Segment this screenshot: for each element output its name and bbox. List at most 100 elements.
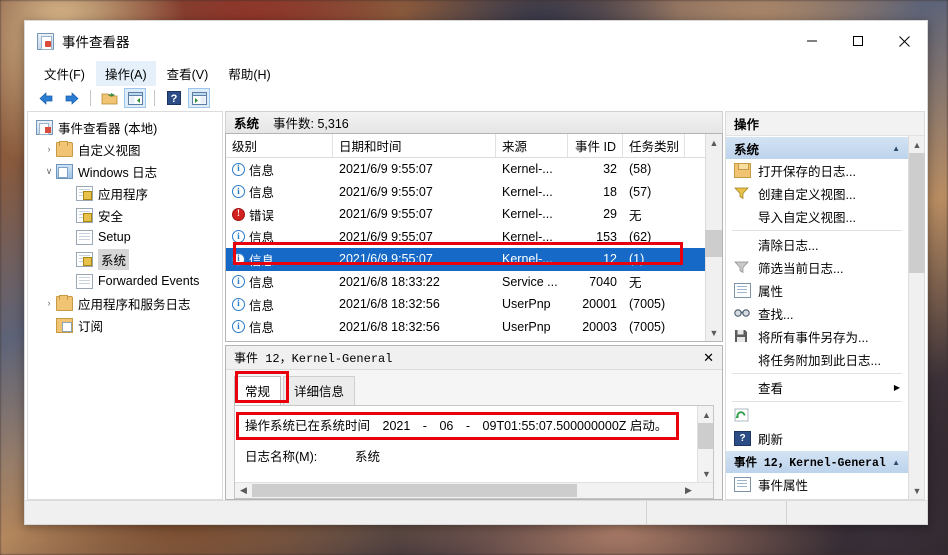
scroll-left-icon[interactable]: ◀ <box>235 483 252 499</box>
action-event-properties[interactable]: 事件属性 <box>726 473 908 496</box>
action-open-saved-log[interactable]: 打开保存的日志... <box>726 159 908 182</box>
table-row[interactable]: i信息 2021/6/8 18:32:56 Service ... 7045 无 <box>226 338 722 341</box>
filter-gray-icon <box>734 260 751 275</box>
info-icon: i <box>232 230 245 244</box>
cell-level: 信息 <box>249 321 275 336</box>
chevron-right-icon[interactable]: › <box>42 298 56 308</box>
scroll-down-icon[interactable]: ▼ <box>698 465 713 482</box>
scrollbar-thumb[interactable] <box>909 153 925 273</box>
column-header-task[interactable]: 任务类别 <box>623 134 685 157</box>
table-row-selected[interactable]: i 信息 2021/6/9 9:55:07 Kernel-... 12 (1) <box>226 248 722 271</box>
tree-item-forwarded-events[interactable]: Forwarded Events <box>28 270 222 292</box>
log-name-row: 日志名称(M): 系统 <box>235 440 713 471</box>
minimize-button[interactable] <box>789 21 835 61</box>
info-icon: i <box>232 185 245 199</box>
actions-pane: 操作 系统 ▲ 打开保存的日志... 创建自定义视图... 导入自定义视图...… <box>725 111 925 500</box>
show-tree-icon[interactable] <box>124 88 146 108</box>
chevron-right-icon[interactable]: ▶ <box>894 383 900 392</box>
column-header-level[interactable]: 级别 <box>226 134 333 157</box>
show-actions-icon[interactable] <box>188 88 210 108</box>
scroll-down-icon[interactable]: ▼ <box>706 324 723 341</box>
scroll-up-icon[interactable]: ▲ <box>909 136 925 153</box>
tree-item-apps-and-services[interactable]: › 应用程序和服务日志 <box>28 292 222 314</box>
scrollbar-thumb[interactable] <box>705 230 722 257</box>
scroll-up-icon[interactable]: ▲ <box>706 134 723 151</box>
column-header-event-id[interactable]: 事件 ID <box>568 134 623 157</box>
table-row[interactable]: i 信息 2021/6/8 18:33:22 Service ... 7040 无 <box>226 271 722 294</box>
actions-group-system[interactable]: 系统 ▲ <box>726 136 908 159</box>
tree-item-application[interactable]: 应用程序 <box>28 182 222 204</box>
tree-item-setup[interactable]: Setup <box>28 226 222 248</box>
action-label: 创建自定义视图... <box>758 188 856 202</box>
action-label: 清除日志... <box>758 239 819 253</box>
action-view[interactable]: 查看 ▶ <box>726 376 908 399</box>
action-attach-task-to-log[interactable]: 将任务附加到此日志... <box>726 348 908 371</box>
cell-datetime: 2021/6/9 9:55:07 <box>339 229 433 244</box>
tree-item-system[interactable]: 系统 <box>28 248 222 270</box>
chevron-down-icon[interactable]: ∨ <box>42 166 56 177</box>
table-row[interactable]: i 信息 2021/6/9 9:55:07 Kernel-... 32 (58) <box>226 158 722 181</box>
detail-vertical-scrollbar[interactable]: ▲ ▼ <box>697 406 713 482</box>
menu-action[interactable]: 操作(A) <box>95 60 156 86</box>
action-refresh[interactable] <box>726 404 908 427</box>
detail-horizontal-scrollbar[interactable]: ◀ ▶ <box>235 482 713 498</box>
maximize-button[interactable] <box>835 21 881 61</box>
tree-item-custom-views[interactable]: › 自定义视图 <box>28 138 222 160</box>
menu-file[interactable]: 文件(F) <box>35 61 94 86</box>
action-save-all-events[interactable]: 将所有事件另存为... <box>726 325 908 348</box>
menu-help[interactable]: 帮助(H) <box>219 61 279 86</box>
actions-group-label: 事件 12，Kernel-General <box>734 457 886 470</box>
action-import-custom-view[interactable]: 导入自定义视图... <box>726 205 908 228</box>
chevron-up-icon[interactable]: ▲ <box>892 458 900 467</box>
log-icon <box>76 229 93 245</box>
table-row[interactable]: i 信息 2021/6/8 18:32:56 UserPnp 20001 (700… <box>226 293 722 316</box>
column-header-datetime[interactable]: 日期和时间 <box>333 134 496 157</box>
chevron-up-icon[interactable]: ▲ <box>892 144 900 153</box>
action-properties[interactable]: 属性 <box>726 279 908 302</box>
tab-general[interactable]: 常规 <box>234 376 282 405</box>
event-viewer-icon <box>37 32 54 50</box>
help-icon[interactable]: ? <box>163 88 185 108</box>
action-clear-log[interactable]: 清除日志... <box>726 233 908 256</box>
chevron-right-icon[interactable]: › <box>42 144 56 154</box>
scrollbar-thumb[interactable] <box>698 423 713 449</box>
tree-item-security[interactable]: 安全 <box>28 204 222 226</box>
close-icon[interactable]: ✕ <box>703 350 714 366</box>
cell-level: 信息 <box>249 253 275 268</box>
cell-datetime: 2021/6/8 18:32:56 <box>339 297 440 312</box>
tab-details[interactable]: 详细信息 <box>283 376 356 405</box>
tree-item-event-viewer[interactable]: 事件查看器 (本地) <box>28 116 222 138</box>
scroll-right-icon[interactable]: ▶ <box>680 483 697 499</box>
column-header-source[interactable]: 来源 <box>496 134 568 157</box>
list-vertical-scrollbar[interactable]: ▲ ▼ <box>705 134 722 341</box>
blank-icon <box>734 237 751 252</box>
actions-group-event[interactable]: 事件 12，Kernel-General ▲ <box>726 450 908 473</box>
table-row[interactable]: i 信息 2021/6/9 9:55:07 Kernel-... 153 (62) <box>226 226 722 249</box>
table-row[interactable]: ! 错误 2021/6/9 9:55:07 Kernel-... 29 无 <box>226 203 722 226</box>
open-folder-icon[interactable] <box>99 88 121 108</box>
action-find[interactable]: 查找... <box>726 302 908 325</box>
tree-item-windows-logs[interactable]: ∨ Windows 日志 <box>28 160 222 182</box>
scroll-up-icon[interactable]: ▲ <box>698 406 713 423</box>
table-row[interactable]: i 信息 2021/6/8 18:32:56 UserPnp 20003 (700… <box>226 316 722 339</box>
forward-arrow-icon[interactable] <box>60 88 82 108</box>
table-row[interactable]: i 信息 2021/6/9 9:55:07 Kernel-... 18 (57) <box>226 181 722 204</box>
close-button[interactable] <box>881 21 927 61</box>
action-label: 筛选当前日志... <box>758 262 844 276</box>
log-key-icon <box>76 251 93 267</box>
cell-event-id: 18 <box>603 184 617 199</box>
menu-view[interactable]: 查看(V) <box>158 61 218 86</box>
action-create-custom-view[interactable]: 创建自定义视图... <box>726 182 908 205</box>
scroll-down-icon[interactable]: ▼ <box>909 482 925 499</box>
properties-icon <box>734 477 751 492</box>
subscription-icon <box>56 317 73 333</box>
scrollbar-thumb[interactable] <box>252 484 577 497</box>
info-icon: i <box>232 275 245 289</box>
folder-icon <box>56 140 73 157</box>
action-help[interactable]: ? 刷新 <box>726 427 908 450</box>
back-arrow-icon[interactable] <box>35 88 57 108</box>
actions-vertical-scrollbar[interactable]: ▲ ▼ <box>908 136 925 499</box>
refresh-icon <box>734 408 751 423</box>
action-filter-current-log[interactable]: 筛选当前日志... <box>726 256 908 279</box>
tree-item-subscriptions[interactable]: 订阅 <box>28 314 222 336</box>
